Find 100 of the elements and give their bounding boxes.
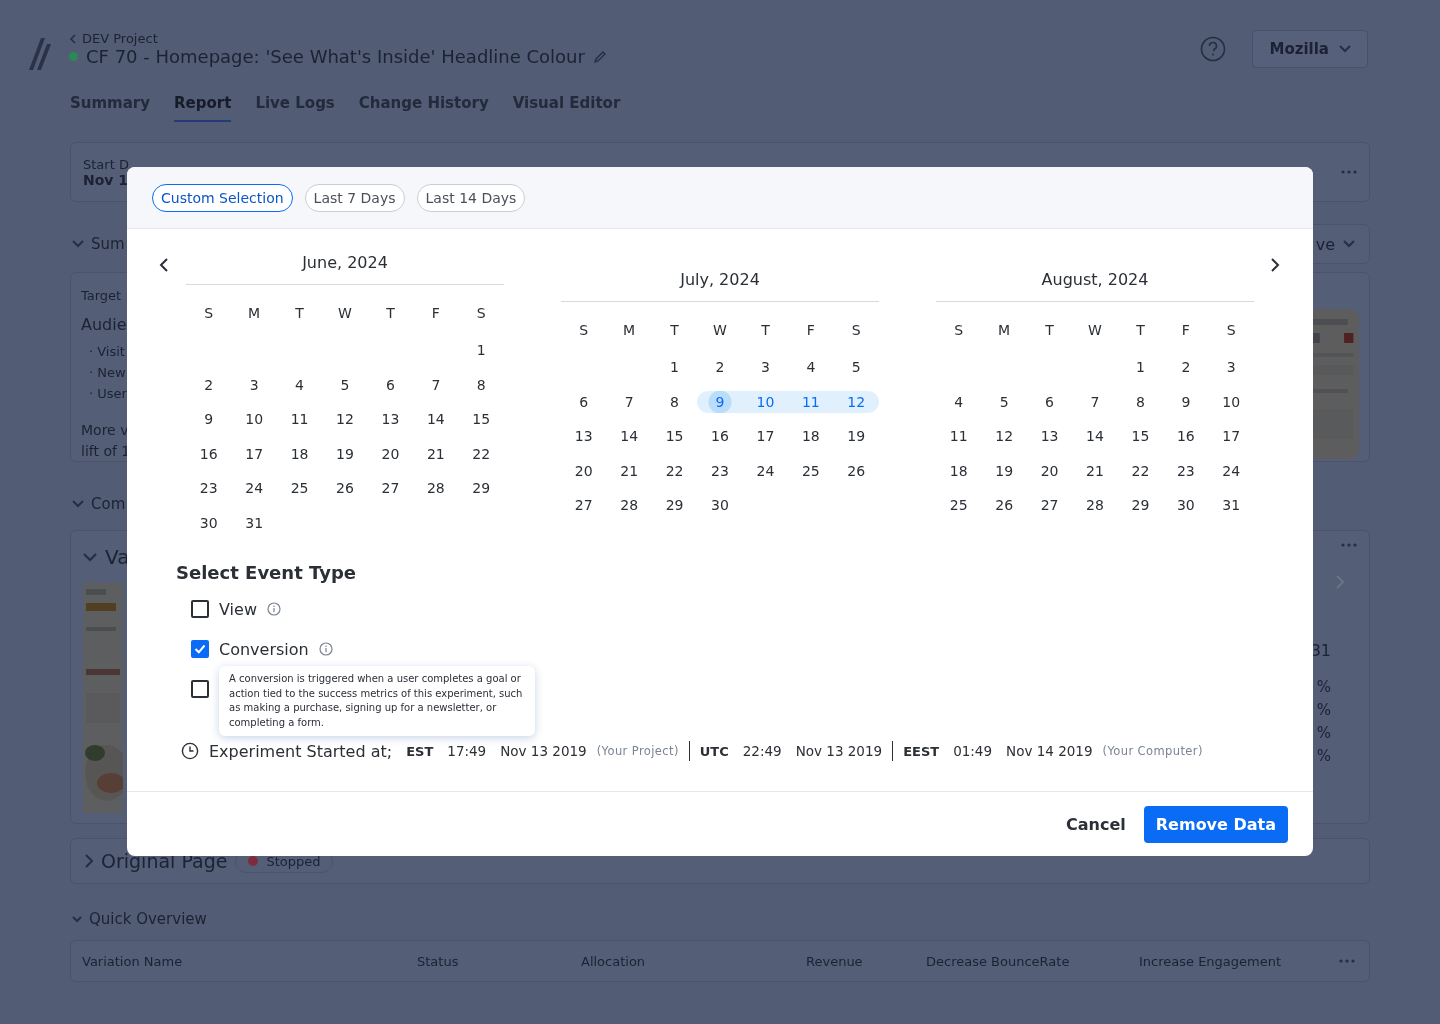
calendar-day[interactable]: 20 — [561, 459, 607, 482]
calendar-day[interactable]: 4 — [276, 373, 323, 396]
checkbox-label[interactable]: Conversion — [219, 639, 309, 659]
calendar-day[interactable]: 5 — [833, 356, 879, 379]
calendar-day[interactable]: 6 — [1026, 390, 1073, 413]
calendar-day[interactable]: 19 — [833, 425, 879, 448]
calendar-day[interactable]: 27 — [1026, 494, 1073, 517]
calendar-day[interactable]: 17 — [1208, 425, 1254, 448]
calendar-day[interactable]: 26 — [981, 494, 1027, 517]
calendar-day[interactable]: 11 — [936, 425, 982, 448]
next-month-icon[interactable] — [1270, 258, 1280, 272]
calendar-day[interactable]: 6 — [367, 373, 414, 396]
checkbox-label[interactable]: View — [219, 599, 257, 619]
calendar-day[interactable]: 23 — [186, 477, 232, 500]
calendar-day[interactable]: 23 — [697, 459, 743, 482]
calendar-day[interactable]: 14 — [606, 425, 652, 448]
cancel-button[interactable]: Cancel — [1058, 806, 1134, 842]
calendar-day[interactable]: 1 — [651, 356, 698, 379]
calendar-day[interactable]: 13 — [1026, 425, 1073, 448]
calendar-day[interactable]: 26 — [833, 459, 879, 482]
calendar-day[interactable]: 5 — [981, 390, 1027, 413]
checkbox[interactable] — [191, 680, 209, 698]
calendar-day[interactable]: 21 — [413, 442, 459, 465]
calendar-day[interactable]: 10 — [231, 408, 277, 431]
calendar-day[interactable]: 14 — [413, 408, 459, 431]
calendar-day[interactable]: 7 — [413, 373, 459, 396]
calendar-day[interactable]: 20 — [1026, 459, 1073, 482]
calendar-day[interactable]: 4 — [788, 356, 834, 379]
calendar-day[interactable]: 26 — [322, 477, 368, 500]
calendar-day[interactable]: 24 — [742, 459, 789, 482]
calendar-day[interactable]: 3 — [742, 356, 789, 379]
calendar-day[interactable]: 24 — [231, 477, 277, 500]
calendar-day[interactable]: 18 — [788, 425, 834, 448]
calendar-day[interactable]: 28 — [413, 477, 459, 500]
calendar-day[interactable]: 28 — [1072, 494, 1118, 517]
calendar-day[interactable]: 13 — [561, 425, 607, 448]
calendar-day[interactable]: 23 — [1163, 459, 1209, 482]
help-icon[interactable] — [1200, 36, 1227, 62]
calendar-day[interactable]: 6 — [561, 390, 607, 413]
calendar-day[interactable]: 3 — [231, 373, 277, 396]
chevron-down-icon[interactable] — [83, 552, 97, 562]
calendar-day[interactable]: 25 — [276, 477, 323, 500]
calendar-day[interactable]: 28 — [606, 494, 652, 517]
calendar-day[interactable]: 22 — [651, 459, 698, 482]
checkbox[interactable] — [191, 600, 209, 618]
calendar-day[interactable]: 12 — [833, 390, 879, 413]
calendar-day[interactable]: 11 — [276, 408, 323, 431]
calendar-day[interactable]: 4 — [936, 390, 982, 413]
calendar-day[interactable]: 21 — [1072, 459, 1118, 482]
calendar-day[interactable]: 19 — [322, 442, 368, 465]
remove-data-button[interactable]: Remove Data — [1143, 805, 1288, 843]
calendar-day[interactable]: 2 — [1163, 356, 1209, 379]
calendar-day[interactable]: 27 — [561, 494, 607, 517]
calendar-day[interactable]: 18 — [936, 459, 982, 482]
pencil-icon[interactable] — [592, 49, 607, 64]
calendar-day[interactable]: 30 — [1163, 494, 1209, 517]
calendar-day[interactable]: 1 — [1117, 356, 1164, 379]
calendar-day[interactable]: 2 — [697, 356, 743, 379]
calendar-day[interactable]: 16 — [186, 442, 232, 465]
calendar-day[interactable]: 9 — [1163, 390, 1209, 413]
calendar-day[interactable]: 2 — [186, 373, 232, 396]
chevron-right-icon[interactable] — [85, 854, 93, 868]
preset-chip[interactable]: Custom Selection — [152, 183, 293, 212]
calendar-day[interactable]: 29 — [651, 494, 698, 517]
calendar-day[interactable]: 31 — [231, 511, 277, 534]
calendar-day[interactable]: 19 — [981, 459, 1027, 482]
calendar-day[interactable]: 7 — [606, 390, 652, 413]
calendar-day[interactable]: 15 — [458, 408, 504, 431]
calendar-day[interactable]: 17 — [742, 425, 789, 448]
calendar-day[interactable]: 10 — [742, 390, 789, 413]
calendar-day[interactable]: 9 — [186, 408, 232, 431]
chevron-down-icon[interactable] — [72, 500, 84, 508]
calendar-day[interactable]: 1 — [458, 339, 504, 362]
info-icon[interactable] — [318, 642, 333, 656]
calendar-day[interactable]: 16 — [1163, 425, 1209, 448]
more-icon[interactable] — [1341, 170, 1357, 174]
calendar-day[interactable]: 20 — [367, 442, 414, 465]
calendar-day[interactable]: 30 — [186, 511, 232, 534]
calendar-day[interactable]: 27 — [367, 477, 414, 500]
chevron-down-icon[interactable] — [72, 915, 82, 923]
calendar-day[interactable]: 18 — [276, 442, 323, 465]
chevron-down-icon[interactable] — [72, 240, 84, 248]
calendar-day[interactable]: 8 — [651, 390, 698, 413]
info-icon[interactable] — [266, 602, 281, 616]
calendar-day[interactable]: 13 — [367, 408, 414, 431]
preset-chip[interactable]: Last 7 Days — [304, 183, 405, 212]
calendar-day[interactable]: 15 — [651, 425, 698, 448]
calendar-day[interactable]: 16 — [697, 425, 743, 448]
calendar-day[interactable]: 7 — [1072, 390, 1118, 413]
calendar-day[interactable]: 5 — [322, 373, 368, 396]
calendar-day[interactable]: 3 — [1208, 356, 1254, 379]
calendar-day[interactable]: 29 — [1117, 494, 1164, 517]
calendar-day[interactable]: 29 — [458, 477, 504, 500]
calendar-day[interactable]: 12 — [981, 425, 1027, 448]
back-chevron-icon[interactable] — [69, 33, 76, 44]
calendar-day[interactable]: 11 — [788, 390, 834, 413]
calendar-day[interactable]: 22 — [458, 442, 504, 465]
calendar-day[interactable]: 14 — [1072, 425, 1118, 448]
calendar-day[interactable]: 24 — [1208, 459, 1254, 482]
calendar-day[interactable]: 15 — [1117, 425, 1164, 448]
